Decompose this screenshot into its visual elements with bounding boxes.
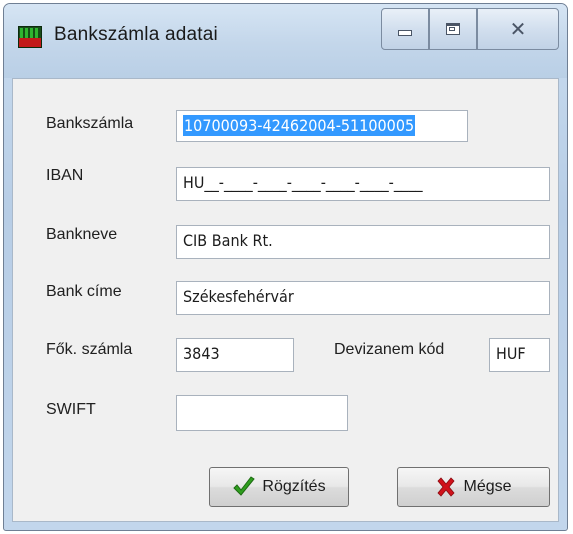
megse-button[interactable]: Mégse xyxy=(397,467,550,507)
rogzites-button[interactable]: Rögzítés xyxy=(209,467,349,507)
minimize-icon xyxy=(398,30,412,36)
dialog-window: Bankszámla adatai ✕ Bankszámla 10700093-… xyxy=(3,3,568,531)
minimize-button[interactable] xyxy=(381,8,429,50)
bankszamla-label: Bankszámla xyxy=(46,115,134,132)
window-title: Bankszámla adatai xyxy=(54,24,218,45)
maximize-icon xyxy=(446,23,460,35)
rogzites-button-label: Rögzítés xyxy=(262,478,326,495)
bankszamla-input[interactable]: 10700093-42462004-51100005 xyxy=(176,110,468,142)
fok-szamla-label: Fők. számla xyxy=(46,341,133,358)
iban-input[interactable]: HU__-____-____-____-____-____-____ xyxy=(176,167,550,201)
app-icon[interactable] xyxy=(18,26,42,48)
devizanem-label: Devizanem kód xyxy=(334,341,445,358)
checkmark-icon xyxy=(232,476,256,498)
swift-input[interactable] xyxy=(176,395,348,431)
close-icon: ✕ xyxy=(509,17,527,41)
maximize-button[interactable] xyxy=(429,8,477,50)
close-button[interactable]: ✕ xyxy=(477,8,559,50)
bankszamla-value: 10700093-42462004-51100005 xyxy=(183,115,416,136)
bankneve-label: Bankneve xyxy=(46,226,118,243)
caption-buttons: ✕ xyxy=(381,8,559,50)
megse-button-label: Mégse xyxy=(463,478,512,495)
bankneve-input[interactable]: CIB Bank Rt. xyxy=(176,225,550,259)
bank-cime-label: Bank címe xyxy=(46,283,122,300)
cancel-x-icon xyxy=(435,476,457,498)
form-panel: Bankszámla 10700093-42462004-51100005 IB… xyxy=(12,78,559,522)
title-bar[interactable]: Bankszámla adatai ✕ xyxy=(4,4,567,78)
fok-szamla-input[interactable]: 3843 xyxy=(176,338,294,372)
iban-label: IBAN xyxy=(46,167,84,184)
bank-cime-input[interactable]: Székesfehérvár xyxy=(176,281,550,315)
swift-label: SWIFT xyxy=(46,401,96,418)
devizanem-input[interactable]: HUF xyxy=(489,338,550,372)
